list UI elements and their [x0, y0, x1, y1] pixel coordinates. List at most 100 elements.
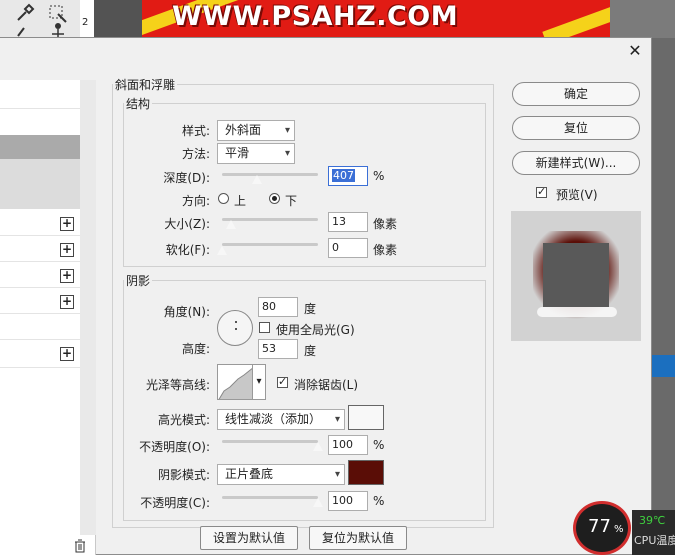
contour-dropdown-button[interactable]: ▾: [252, 364, 266, 400]
chevron-down-icon: ▾: [334, 414, 340, 425]
workspace-right-strip: [652, 38, 675, 555]
style-value: 外斜面: [225, 123, 262, 137]
list-divider: [0, 108, 80, 109]
reset-default-button[interactable]: 复位为默认值: [309, 526, 407, 550]
list-divider: [0, 287, 80, 288]
shadow-color-swatch[interactable]: [348, 460, 384, 485]
angle-dial-dot: [235, 321, 237, 323]
preview-label: 预览(V): [556, 188, 598, 202]
cpu-temp-label: CPU温度: [634, 534, 675, 547]
banner-text: WWW.PSAHZ.COM: [172, 1, 459, 32]
altitude-label: 高度:: [181, 342, 210, 356]
angle-unit: 度: [304, 302, 317, 316]
canvas-banner: WWW.PSAHZ.COM: [142, 0, 610, 38]
styles-scrollbar[interactable]: [80, 80, 96, 535]
highlight-opacity-unit: %: [373, 438, 385, 452]
gloss-contour-label: 光泽等高线:: [145, 378, 210, 392]
angle-input[interactable]: 80: [258, 297, 298, 317]
technique-select[interactable]: 平滑 ▾: [217, 143, 295, 164]
shadow-opacity-label: 不透明度(C):: [140, 496, 210, 510]
gloss-contour-picker[interactable]: [217, 364, 253, 400]
size-unit: 像素: [373, 217, 398, 231]
shadow-opacity-thumb[interactable]: [312, 497, 324, 508]
chevron-down-icon: ▾: [284, 125, 290, 136]
depth-slider-thumb[interactable]: [250, 174, 263, 185]
highlight-opacity-thumb[interactable]: [312, 441, 324, 452]
depth-value: 407: [332, 169, 355, 182]
depth-input[interactable]: 407: [328, 166, 368, 186]
banner-stripe: [542, 1, 610, 38]
shadow-opacity-unit: %: [373, 494, 385, 508]
list-item-selected[interactable]: [0, 135, 80, 159]
shadow-mode-select[interactable]: 正片叠底 ▾: [217, 464, 345, 485]
size-slider-track[interactable]: [222, 218, 318, 221]
highlight-mode-label: 高光模式:: [157, 413, 210, 427]
ruler: 2: [80, 0, 94, 38]
bevel-emboss-title: 斜面和浮雕: [115, 78, 176, 92]
add-effect-icon[interactable]: +: [60, 217, 74, 231]
cpu-usage-value: 77: [588, 516, 611, 537]
list-divider: [0, 261, 80, 262]
make-default-button[interactable]: 设置为默认值: [200, 526, 298, 550]
add-effect-icon[interactable]: +: [60, 295, 74, 309]
direction-down-radio[interactable]: [269, 193, 280, 204]
preview-checkbox[interactable]: [536, 185, 547, 198]
anti-alias-checkbox[interactable]: [277, 375, 288, 388]
direction-up-radio[interactable]: [218, 193, 229, 204]
direction-up-label: 上: [234, 194, 247, 208]
soften-slider-thumb[interactable]: [216, 245, 228, 256]
workspace-gray: [610, 0, 675, 38]
shadow-opacity-input[interactable]: 100: [328, 491, 368, 511]
size-label: 大小(Z):: [164, 217, 210, 231]
size-slider-thumb[interactable]: [224, 219, 237, 230]
highlight-opacity-track[interactable]: [222, 440, 318, 443]
soften-unit: 像素: [373, 243, 398, 257]
add-effect-icon[interactable]: +: [60, 243, 74, 257]
highlight-mode-select[interactable]: 线性减淡（添加） ▾: [217, 409, 345, 430]
depth-unit: %: [373, 169, 385, 183]
shadow-opacity-track[interactable]: [222, 496, 318, 499]
workspace-blue-band: [652, 355, 675, 377]
add-effect-icon[interactable]: +: [60, 269, 74, 283]
direction-label: 方向:: [181, 194, 210, 208]
list-item-subselected[interactable]: [0, 159, 80, 209]
direction-down-label: 下: [285, 194, 298, 208]
highlight-mode-value: 线性减淡（添加）: [225, 412, 322, 426]
add-effect-icon[interactable]: +: [60, 347, 74, 361]
cpu-usage-gauge: 77 %: [573, 501, 631, 555]
list-divider: [0, 339, 80, 340]
soften-label: 软化(F):: [165, 243, 210, 257]
shading-title: 阴影: [126, 274, 151, 288]
altitude-unit: 度: [304, 344, 317, 358]
close-icon[interactable]: ✕: [626, 42, 644, 60]
anti-alias-label: 消除锯齿(L): [294, 378, 359, 392]
highlight-opacity-label: 不透明度(O):: [139, 440, 210, 454]
technique-value: 平滑: [225, 146, 250, 160]
depth-label: 深度(D):: [163, 171, 210, 185]
depth-slider-track[interactable]: [222, 173, 318, 176]
new-style-button[interactable]: 新建样式(W)...: [512, 151, 640, 175]
cpu-temp-value: 39℃: [639, 514, 666, 527]
cpu-temp-panel: 39℃ CPU温度: [632, 510, 675, 555]
trash-icon[interactable]: [74, 539, 86, 553]
altitude-input[interactable]: 53: [258, 339, 298, 359]
reset-button[interactable]: 复位: [512, 116, 640, 140]
soften-slider-track[interactable]: [222, 243, 318, 246]
list-divider: [0, 313, 80, 314]
shadow-mode-value: 正片叠底: [225, 467, 274, 481]
toolbox: [0, 0, 80, 38]
style-select[interactable]: 外斜面 ▾: [217, 120, 295, 141]
highlight-opacity-input[interactable]: 100: [328, 435, 368, 455]
chevron-down-icon: ▾: [284, 148, 290, 159]
angle-dial[interactable]: [217, 310, 253, 346]
chevron-down-icon: ▾: [334, 469, 340, 480]
ok-button[interactable]: 确定: [512, 82, 640, 106]
size-input[interactable]: 13: [328, 212, 368, 232]
highlight-color-swatch[interactable]: [348, 405, 384, 430]
angle-dial-center: [235, 328, 237, 330]
soften-input[interactable]: 0: [328, 238, 368, 258]
global-light-label: 使用全局光(G): [276, 323, 355, 337]
preview-thumbnail: [533, 231, 619, 319]
global-light-checkbox[interactable]: [259, 322, 270, 333]
cpu-usage-percent-sign: %: [614, 524, 624, 535]
